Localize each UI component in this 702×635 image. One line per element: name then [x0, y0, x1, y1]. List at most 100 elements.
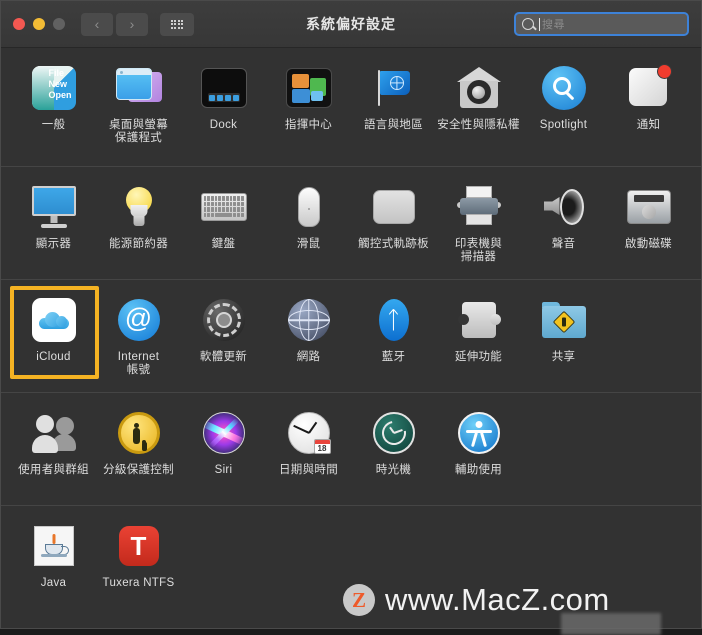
- calendar-day-number: 18: [317, 444, 327, 453]
- parental-controls-icon: [115, 409, 163, 457]
- forward-button[interactable]: ›: [116, 12, 148, 36]
- time-machine-icon: [370, 409, 418, 457]
- accessibility-icon: [455, 409, 503, 457]
- mission-control-icon: [285, 64, 333, 112]
- show-all-button[interactable]: [160, 12, 194, 36]
- pref-label: 分級保護控制: [103, 464, 174, 476]
- software-update-icon: [200, 296, 248, 344]
- pref-pane-desktop-screensaver[interactable]: 桌面與螢幕 保護程式: [96, 58, 181, 160]
- dock-icon: [200, 64, 248, 112]
- pref-pane-trackpad[interactable]: 觸控式軌跡板: [351, 177, 436, 273]
- pref-pane-parental-controls[interactable]: 分級保護控制: [96, 403, 181, 499]
- printers-scanners-icon: [455, 183, 503, 231]
- zoom-window-button[interactable]: [53, 18, 65, 30]
- window-titlebar: ‹ › 系統偏好設定 搜尋: [1, 1, 701, 48]
- desktop-screensaver-icon: [115, 64, 163, 112]
- security-privacy-icon: [455, 64, 503, 112]
- pref-label: Tuxera NTFS: [102, 577, 175, 589]
- redacted-region: [561, 613, 661, 635]
- pref-label: 能源節約器: [109, 238, 168, 250]
- preferences-grid: File New Open 一般 桌面與螢幕 保護程式 Dock 指揮中心 語言…: [1, 48, 701, 635]
- pref-pane-users-groups[interactable]: 使用者與群組: [11, 403, 96, 499]
- pref-label: 印表機與 掃描器: [454, 238, 503, 263]
- pref-label: Siri: [214, 464, 233, 476]
- preference-row-1: File New Open 一般 桌面與螢幕 保護程式 Dock 指揮中心 語言…: [1, 48, 701, 167]
- pref-label: 鍵盤: [211, 238, 236, 250]
- pref-label: 時光機: [375, 464, 412, 476]
- displays-icon: [30, 183, 78, 231]
- tuxera-letter: T: [118, 526, 159, 566]
- keyboard-icon: [200, 183, 248, 231]
- spotlight-icon: [540, 64, 588, 112]
- system-preferences-window: ‹ › 系統偏好設定 搜尋 File New Open 一般 桌面與螢幕 保護程…: [0, 0, 702, 635]
- bluetooth-icon: ᛏ: [370, 296, 418, 344]
- notifications-icon: [625, 64, 673, 112]
- pref-label: 日期與時間: [279, 464, 338, 476]
- pref-pane-language-region[interactable]: 語言與地區: [351, 58, 436, 160]
- search-icon: [522, 18, 534, 30]
- pref-pane-general[interactable]: File New Open 一般: [11, 58, 96, 160]
- pref-pane-startup-disk[interactable]: 啟動磁碟: [606, 177, 691, 273]
- back-button[interactable]: ‹: [81, 12, 113, 36]
- pref-pane-energy-saver[interactable]: 能源節約器: [96, 177, 181, 273]
- pref-pane-mission-control[interactable]: 指揮中心: [266, 58, 351, 160]
- pref-pane-displays[interactable]: 顯示器: [11, 177, 96, 273]
- pref-pane-internet-accounts[interactable]: @ Internet 帳號: [96, 290, 181, 386]
- pref-pane-dock[interactable]: Dock: [181, 58, 266, 160]
- pref-label: 輔助使用: [454, 464, 503, 476]
- pref-label: 語言與地區: [364, 119, 423, 131]
- pref-pane-notifications[interactable]: 通知: [606, 58, 691, 160]
- pref-pane-sharing[interactable]: 共享: [521, 290, 606, 386]
- grid-view-icon: [170, 19, 184, 29]
- pref-pane-printers-scanners[interactable]: 印表機與 掃描器: [436, 177, 521, 273]
- pref-pane-siri[interactable]: Siri: [181, 403, 266, 499]
- extensions-icon: [455, 296, 503, 344]
- general-icon: File New Open: [30, 64, 78, 112]
- pref-pane-date-time[interactable]: 18 日期與時間: [266, 403, 351, 499]
- pref-label: 網路: [296, 351, 321, 363]
- pref-label: Spotlight: [539, 119, 588, 131]
- pref-label: 共享: [551, 351, 576, 363]
- close-window-button[interactable]: [13, 18, 25, 30]
- pref-label: Dock: [209, 119, 238, 131]
- pref-label: Java: [40, 577, 67, 589]
- traffic-light-group: [13, 18, 65, 30]
- pref-label: 聲音: [551, 238, 576, 250]
- preference-row-5-third-party: Java T Tuxera NTFS: [1, 506, 701, 616]
- trackpad-icon: [370, 183, 418, 231]
- pref-pane-time-machine[interactable]: 時光機: [351, 403, 436, 499]
- pref-label: 滑鼠: [296, 238, 321, 250]
- pref-pane-sound[interactable]: 聲音: [521, 177, 606, 273]
- users-groups-icon: [30, 409, 78, 457]
- language-region-icon: [370, 64, 418, 112]
- pref-pane-mouse[interactable]: 滑鼠: [266, 177, 351, 273]
- pref-label: 觸控式軌跡板: [358, 238, 429, 250]
- pref-pane-keyboard[interactable]: 鍵盤: [181, 177, 266, 273]
- sharing-icon: [540, 296, 588, 344]
- pref-label: Internet 帳號: [117, 351, 160, 376]
- notification-badge: [656, 64, 672, 79]
- pref-label: 延伸功能: [454, 351, 503, 363]
- pref-pane-tuxera-ntfs[interactable]: T Tuxera NTFS: [96, 516, 181, 610]
- pref-pane-network[interactable]: 網路: [266, 290, 351, 386]
- startup-disk-icon: [625, 183, 673, 231]
- navigation-buttons: ‹ ›: [81, 12, 148, 36]
- pref-label: 指揮中心: [284, 119, 333, 131]
- minimize-window-button[interactable]: [33, 18, 45, 30]
- pref-pane-software-update[interactable]: 軟體更新: [181, 290, 266, 386]
- pref-label: 安全性與隱私權: [437, 119, 520, 131]
- search-field[interactable]: 搜尋: [514, 12, 689, 36]
- search-placeholder: 搜尋: [542, 19, 565, 31]
- pref-pane-accessibility[interactable]: 輔助使用: [436, 403, 521, 499]
- text-cursor: [539, 17, 540, 31]
- pref-label: 桌面與螢幕 保護程式: [109, 119, 168, 144]
- pref-pane-java[interactable]: Java: [11, 516, 96, 610]
- network-icon: [285, 296, 333, 344]
- pref-pane-icloud[interactable]: iCloud: [10, 286, 99, 386]
- pref-pane-spotlight[interactable]: Spotlight: [521, 58, 606, 160]
- preference-row-2: 顯示器 能源節約器 鍵盤 滑鼠 觸控式軌跡板 印表機與 掃描器 聲音 啟動磁碟: [1, 167, 701, 280]
- pref-pane-extensions[interactable]: 延伸功能: [436, 290, 521, 386]
- pref-pane-bluetooth[interactable]: ᛏ 藍牙: [351, 290, 436, 386]
- sound-icon: [540, 183, 588, 231]
- pref-pane-security-privacy[interactable]: 安全性與隱私權: [436, 58, 521, 160]
